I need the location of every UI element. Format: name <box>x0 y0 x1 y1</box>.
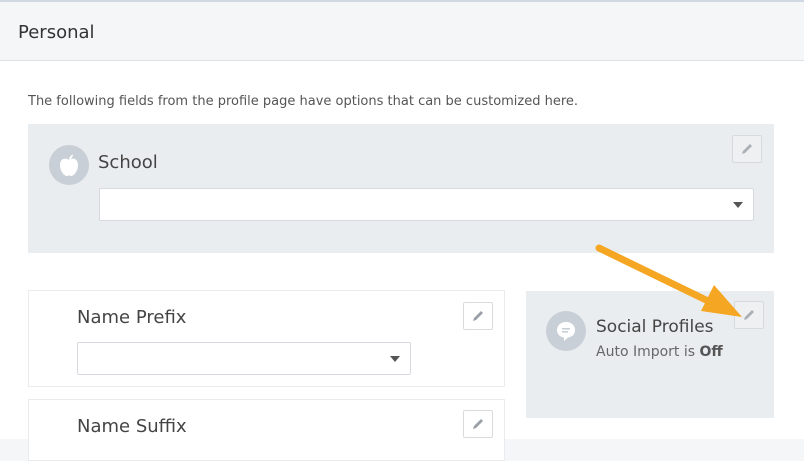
annotation-arrow <box>595 244 742 317</box>
